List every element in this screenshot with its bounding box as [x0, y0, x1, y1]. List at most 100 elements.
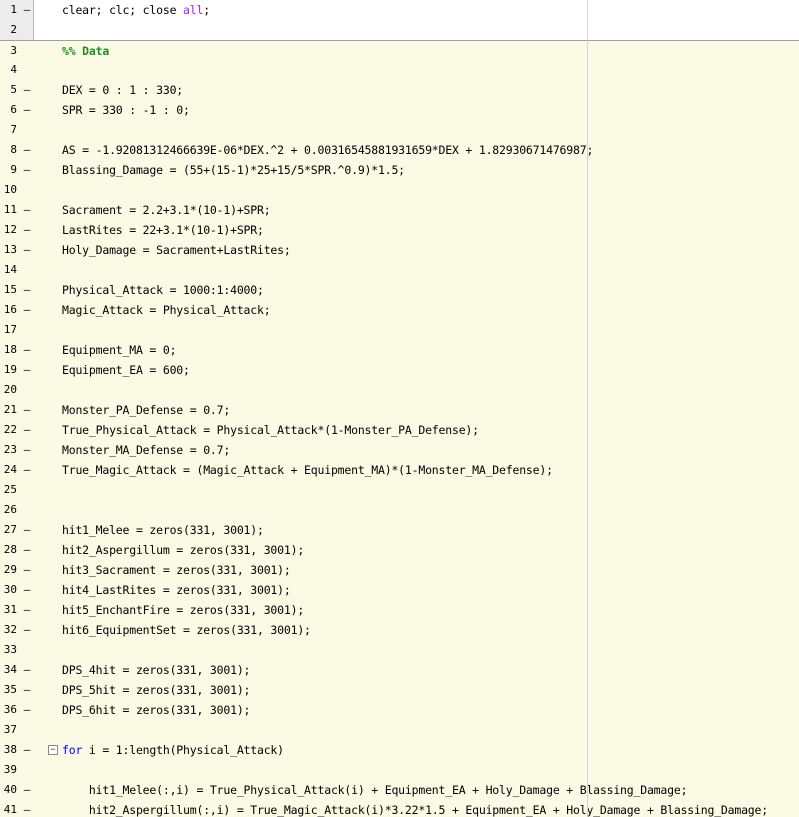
code-line[interactable]: 26 [0, 500, 799, 520]
breakpoint-marker[interactable] [22, 500, 32, 520]
breakpoint-marker[interactable] [22, 720, 32, 740]
code-line[interactable]: 34– DPS_4hit = zeros(331, 3001); [0, 660, 799, 680]
breakpoint-marker[interactable] [22, 260, 32, 280]
breakpoint-marker[interactable] [22, 320, 32, 340]
code-line[interactable]: 22– True_Physical_Attack = Physical_Attac… [0, 420, 799, 440]
code-line[interactable]: 14 [0, 260, 799, 280]
code-line[interactable]: 12– LastRites = 22+3.1*(10-1)+SPR; [0, 220, 799, 240]
code-line[interactable]: 38– − for i = 1:length(Physical_Attack) [0, 740, 799, 760]
breakpoint-marker[interactable]: – [22, 460, 32, 480]
breakpoint-marker[interactable]: – [22, 340, 32, 360]
breakpoint-marker[interactable]: – [22, 780, 32, 800]
code-line[interactable]: 39 [0, 760, 799, 780]
code-text: hit2_Aspergillum(:,i) = True_Magic_Attac… [62, 800, 768, 817]
code-line[interactable]: 21– Monster_PA_Defense = 0.7; [0, 400, 799, 420]
code-token: True_Physical_Attack = Physical_Attack*(… [62, 423, 479, 437]
code-line[interactable]: 19– Equipment_EA = 600; [0, 360, 799, 380]
code-line[interactable]: 10 [0, 180, 799, 200]
line-number: 22 [3, 423, 17, 436]
code-line[interactable]: 41– hit2_Aspergillum(:,i) = True_Magic_A… [0, 800, 799, 817]
line-number: 7 [10, 123, 17, 136]
line-number: 3 [10, 44, 17, 57]
fold-toggle-icon[interactable]: − [48, 745, 58, 755]
code-line[interactable]: 29– hit3_Sacrament = zeros(331, 3001); [0, 560, 799, 580]
code-line[interactable]: 4 [0, 60, 799, 80]
code-line[interactable]: 7 [0, 120, 799, 140]
breakpoint-marker[interactable]: – [22, 420, 32, 440]
breakpoint-marker[interactable] [22, 180, 32, 200]
breakpoint-marker[interactable]: – [22, 740, 32, 760]
breakpoint-marker[interactable]: – [22, 200, 32, 220]
breakpoint-marker[interactable]: – [22, 400, 32, 420]
code-line[interactable]: 8– AS = -1.92081312466639E-06*DEX.^2 + 0.… [0, 140, 799, 160]
code-token: hit2_Aspergillum = zeros(331, 3001); [62, 543, 305, 557]
breakpoint-marker[interactable]: – [22, 680, 32, 700]
code-line[interactable]: 32– hit6_EquipmentSet = zeros(331, 3001); [0, 620, 799, 640]
code-line[interactable]: 13– Holy_Damage = Sacrament+LastRites; [0, 240, 799, 260]
breakpoint-marker[interactable] [22, 41, 32, 61]
breakpoint-marker[interactable] [22, 760, 32, 780]
breakpoint-marker[interactable]: – [22, 160, 32, 180]
code-line[interactable]: 11– Sacrament = 2.2+3.1*(10-1)+SPR; [0, 200, 799, 220]
breakpoint-marker[interactable]: – [22, 80, 32, 100]
code-editor[interactable]: 1– clear; clc; close all; 2 3%% Data 4 5– DEX … [0, 0, 799, 817]
code-token: ; [203, 3, 210, 17]
breakpoint-marker[interactable]: – [22, 0, 32, 20]
breakpoint-marker[interactable]: – [22, 540, 32, 560]
code-line[interactable]: 17 [0, 320, 799, 340]
line-number: 9 [10, 163, 17, 176]
breakpoint-marker[interactable] [22, 380, 32, 400]
breakpoint-marker[interactable]: – [22, 360, 32, 380]
breakpoint-marker[interactable]: – [22, 100, 32, 120]
line-number: 23 [3, 443, 17, 456]
breakpoint-marker[interactable]: – [22, 520, 32, 540]
breakpoint-marker[interactable] [22, 20, 32, 40]
breakpoint-marker[interactable]: – [22, 800, 32, 817]
code-line[interactable]: 36– DPS_6hit = zeros(331, 3001); [0, 700, 799, 720]
breakpoint-marker[interactable]: – [22, 240, 32, 260]
breakpoint-marker[interactable]: – [22, 440, 32, 460]
code-line[interactable]: 24– True_Magic_Attack = (Magic_Attack + E… [0, 460, 799, 480]
code-line[interactable]: 25 [0, 480, 799, 500]
code-line[interactable]: 20 [0, 380, 799, 400]
line-number: 32 [3, 623, 17, 636]
code-line[interactable]: 23– Monster_MA_Defense = 0.7; [0, 440, 799, 460]
line-number: 4 [10, 63, 17, 76]
code-line[interactable]: 9– Blassing_Damage = (55+(15-1)*25+15/5*S… [0, 160, 799, 180]
code-line[interactable]: 3 %% Data [0, 40, 799, 61]
breakpoint-marker[interactable] [22, 640, 32, 660]
code-line[interactable]: 35– DPS_5hit = zeros(331, 3001); [0, 680, 799, 700]
code-text: Magic_Attack = Physical_Attack; [62, 300, 271, 320]
code-line[interactable]: 15– Physical_Attack = 1000:1:4000; [0, 280, 799, 300]
code-text: Blassing_Damage = (55+(15-1)*25+15/5*SPR… [62, 160, 405, 180]
code-line[interactable]: 28– hit2_Aspergillum = zeros(331, 3001); [0, 540, 799, 560]
code-text: Monster_MA_Defense = 0.7; [62, 440, 230, 460]
breakpoint-marker[interactable]: – [22, 600, 32, 620]
breakpoint-marker[interactable]: – [22, 560, 32, 580]
breakpoint-marker[interactable]: – [22, 140, 32, 160]
code-line[interactable]: 18– Equipment_MA = 0; [0, 340, 799, 360]
breakpoint-marker[interactable] [22, 120, 32, 140]
code-line[interactable]: 37 [0, 720, 799, 740]
code-line[interactable]: 16– Magic_Attack = Physical_Attack; [0, 300, 799, 320]
line-number: 34 [3, 663, 17, 676]
code-line[interactable]: 30– hit4_LastRites = zeros(331, 3001); [0, 580, 799, 600]
code-line[interactable]: 5– DEX = 0 : 1 : 330; [0, 80, 799, 100]
code-line[interactable]: 33 [0, 640, 799, 660]
breakpoint-marker[interactable]: – [22, 220, 32, 240]
breakpoint-marker[interactable] [22, 480, 32, 500]
breakpoint-marker[interactable] [22, 60, 32, 80]
code-line[interactable]: 6– SPR = 330 : -1 : 0; [0, 100, 799, 120]
breakpoint-marker[interactable]: – [22, 700, 32, 720]
breakpoint-marker[interactable]: – [22, 620, 32, 640]
breakpoint-marker[interactable]: – [22, 660, 32, 680]
breakpoint-marker[interactable]: – [22, 580, 32, 600]
code-line[interactable]: 27– hit1_Melee = zeros(331, 3001); [0, 520, 799, 540]
code-line[interactable]: 31– hit5_EnchantFire = zeros(331, 3001); [0, 600, 799, 620]
code-line[interactable]: 1– clear; clc; close all; [0, 0, 799, 20]
code-token: hit4_LastRites = zeros(331, 3001); [62, 583, 291, 597]
code-line[interactable]: 2 [0, 20, 799, 40]
breakpoint-marker[interactable]: – [22, 280, 32, 300]
breakpoint-marker[interactable]: – [22, 300, 32, 320]
code-line[interactable]: 40– hit1_Melee(:,i) = True_Physical_Atta… [0, 780, 799, 800]
